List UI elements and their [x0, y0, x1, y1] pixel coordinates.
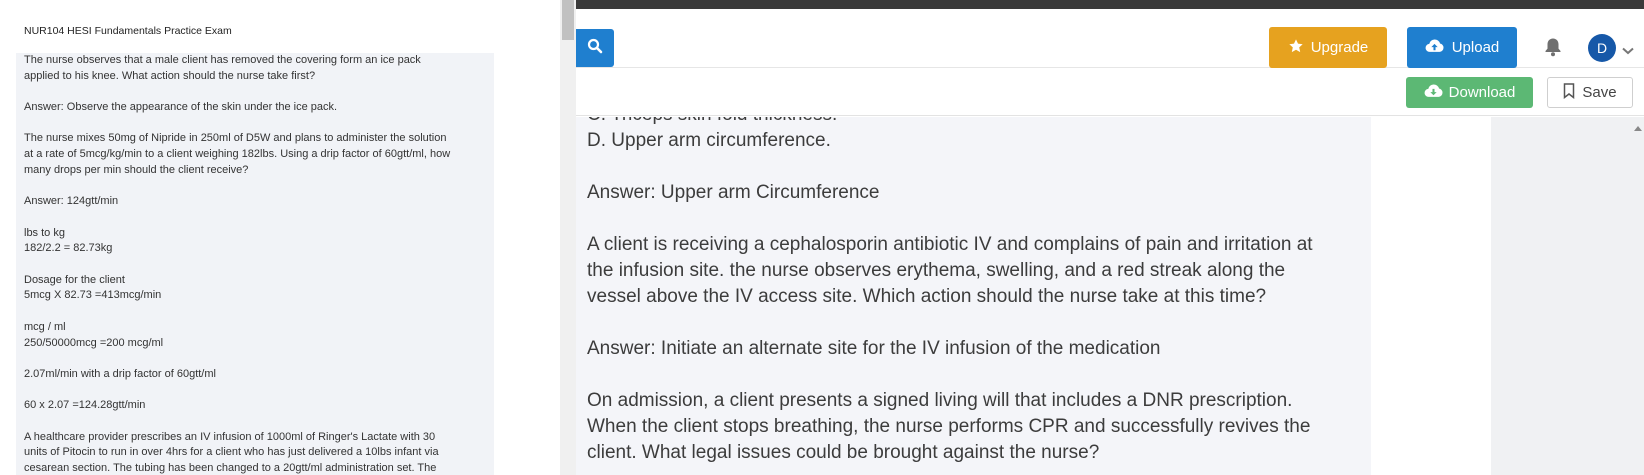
- user-avatar[interactable]: D: [1588, 34, 1616, 62]
- search-icon: [587, 38, 603, 59]
- document-paragraph: A client is receiving a cephalosporin an…: [587, 234, 1313, 307]
- upload-label: Upload: [1451, 39, 1500, 56]
- left-document-pane: NUR104 HESI Fundamentals Practice Exam T…: [0, 0, 548, 475]
- document-paragraph: Answer: Initiate an alternate site for t…: [587, 338, 1161, 359]
- star-icon: [1288, 38, 1304, 58]
- document-text: C. Triceps skin fold thickness. D. Upper…: [587, 117, 1367, 466]
- viewer-app: Upgrade Upload D Download Save D. Upper …: [576, 0, 1644, 475]
- document-title: NUR104 HESI Fundamentals Practice Exam: [24, 25, 232, 37]
- bookmark-icon: [1563, 82, 1575, 103]
- upgrade-label: Upgrade: [1310, 39, 1369, 56]
- top-strip: [576, 0, 1644, 9]
- document-paragraph: Answer: Observe the appearance of the sk…: [24, 101, 338, 114]
- document-paragraph: Answer: 124gtt/min: [24, 195, 119, 208]
- notifications-button[interactable]: [1544, 37, 1564, 59]
- save-label: Save: [1582, 84, 1617, 101]
- download-label: Download: [1448, 84, 1516, 101]
- download-button[interactable]: Download: [1406, 77, 1533, 108]
- document-paragraph: lbs to kg 182/2.2 = 82.73kg: [24, 226, 113, 255]
- left-scrollbar-thumb[interactable]: [562, 0, 574, 40]
- side-panel: [1491, 117, 1644, 475]
- document-paragraph: 2.07ml/min with a drip factor of 60gtt/m…: [24, 367, 216, 380]
- document-paragraph: Answer: Upper arm Circumference: [587, 182, 880, 203]
- bell-icon: [1544, 38, 1562, 61]
- scroll-up-arrow-icon[interactable]: [1634, 118, 1642, 131]
- document-paragraph: 60 x 2.07 =124.28gtt/min: [24, 399, 146, 412]
- upgrade-button[interactable]: Upgrade: [1269, 27, 1387, 68]
- upload-button[interactable]: Upload: [1407, 27, 1517, 68]
- document-paragraph: The nurse mixes 50mg of Nipride in 250ml…: [24, 132, 451, 176]
- header-bar: Upgrade Upload D: [576, 9, 1644, 68]
- search-button[interactable]: [576, 29, 614, 67]
- document-body: The nurse observes that a male client ha…: [16, 53, 494, 475]
- document-viewer[interactable]: C. Triceps skin fold thickness. D. Upper…: [576, 117, 1644, 475]
- document-paragraph: Dosage for the client 5mcg X 82.73 =413m…: [24, 273, 162, 302]
- document-paragraph: A healthcare provider prescribes an IV i…: [24, 430, 439, 475]
- cloud-download-icon: [1424, 83, 1443, 102]
- document-paragraph: mcg / ml 250/50000mcg =200 mcg/ml: [24, 320, 164, 349]
- document-page: C. Triceps skin fold thickness. D. Upper…: [576, 117, 1371, 475]
- document-paragraph: The nurse observes that a male client ha…: [24, 54, 421, 82]
- document-toolbar: Download Save: [576, 69, 1644, 116]
- left-scrollbar-track[interactable]: [560, 0, 576, 475]
- cloud-upload-icon: [1425, 38, 1444, 57]
- document-paragraph: C. Triceps skin fold thickness. D. Upper…: [587, 117, 837, 151]
- chevron-down-icon[interactable]: [1622, 42, 1634, 55]
- save-button[interactable]: Save: [1547, 77, 1633, 108]
- document-paragraph: On admission, a client presents a signed…: [587, 390, 1311, 463]
